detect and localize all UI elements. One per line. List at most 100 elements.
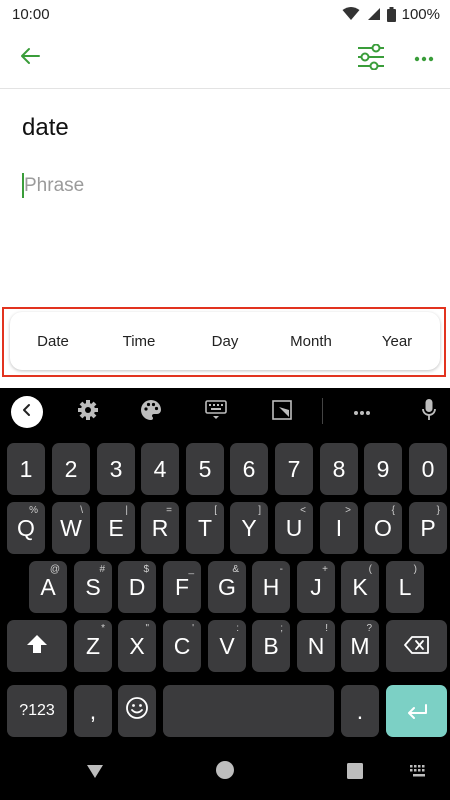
key-d[interactable]: D $	[118, 561, 156, 613]
one-handed-mode-button[interactable]	[202, 398, 230, 426]
key-label: J	[310, 573, 322, 600]
entry-title: date	[22, 114, 69, 141]
key-9[interactable]: 9	[364, 443, 402, 495]
key-y[interactable]: Y]	[230, 502, 268, 554]
key-s[interactable]: S #	[74, 561, 112, 613]
key-i[interactable]: I >	[320, 502, 358, 554]
phrase-input[interactable]	[22, 172, 424, 200]
comma-key[interactable]: ,	[74, 685, 112, 737]
suggestion-chip-time[interactable]: Time	[96, 333, 182, 350]
smiley-icon	[125, 696, 149, 726]
emoji-key[interactable]	[118, 685, 156, 737]
back-button[interactable]	[14, 42, 46, 74]
keyboard-icon	[205, 399, 227, 425]
key-hint: |	[125, 505, 128, 516]
key-t[interactable]: T[	[186, 502, 224, 554]
suggestion-chip-month[interactable]: Month	[268, 333, 354, 350]
key-label: Y	[241, 514, 257, 541]
enter-icon	[405, 698, 429, 725]
more-options-button[interactable]	[408, 42, 440, 74]
key-l[interactable]: L)	[386, 561, 424, 613]
key-f[interactable]: F _	[163, 561, 201, 613]
more-horizontal-icon	[353, 403, 371, 421]
key-u[interactable]: U <	[275, 502, 313, 554]
key-hint: $	[143, 564, 149, 575]
backspace-icon	[403, 633, 430, 660]
key-8[interactable]: 8	[320, 443, 358, 495]
filter-button[interactable]	[352, 40, 390, 78]
key-4[interactable]: 4	[141, 443, 179, 495]
suggestion-chip-date[interactable]: Date	[10, 333, 96, 350]
key-hint: -	[279, 564, 283, 575]
key-g[interactable]: G &	[208, 561, 246, 613]
key-0[interactable]: 0	[409, 443, 447, 495]
app-bar-divider	[0, 88, 450, 89]
key-h[interactable]: H-	[252, 561, 290, 613]
key-w[interactable]: W \	[52, 502, 90, 554]
suggestion-chip-day[interactable]: Day	[182, 333, 268, 350]
key-hint: {	[391, 505, 395, 516]
keyboard-theme-button[interactable]	[137, 398, 165, 426]
nav-keyboard-switch-button[interactable]	[405, 760, 433, 786]
key-m[interactable]: M?	[341, 620, 379, 672]
battery-percent: 100%	[401, 5, 440, 23]
key-hint: (	[368, 564, 372, 575]
square-icon	[346, 762, 364, 785]
key-5[interactable]: 5	[186, 443, 224, 495]
key-label: N	[307, 632, 325, 659]
key-z[interactable]: Z *	[74, 620, 112, 672]
key-label: B	[263, 632, 279, 659]
key-r[interactable]: R =	[141, 502, 179, 554]
key-7[interactable]: 7	[275, 443, 313, 495]
keyboard-more-button[interactable]	[348, 398, 376, 426]
key-label: I	[335, 514, 343, 541]
symbols-key[interactable]: ?123	[7, 685, 67, 737]
key-x[interactable]: X "	[118, 620, 156, 672]
shift-key[interactable]	[7, 620, 67, 672]
key-q[interactable]: Q%	[7, 502, 45, 554]
key-v[interactable]: V:	[208, 620, 246, 672]
enter-key[interactable]	[386, 685, 447, 737]
battery-icon	[386, 6, 396, 22]
key-6[interactable]: 6	[230, 443, 268, 495]
key-label: V	[219, 632, 235, 659]
nav-home-button[interactable]	[210, 757, 240, 787]
key-e[interactable]: E |	[97, 502, 135, 554]
key-label: P	[420, 514, 436, 541]
key-label: K	[352, 573, 368, 600]
status-bar: 10:00 100%	[0, 0, 450, 28]
key-3[interactable]: 3	[97, 443, 135, 495]
nav-recents-button[interactable]	[340, 758, 370, 788]
key-p[interactable]: P}	[409, 502, 447, 554]
key-hint: _	[188, 564, 194, 575]
text-cursor	[22, 173, 24, 198]
key-n[interactable]: N!	[297, 620, 335, 672]
key-c[interactable]: C '	[163, 620, 201, 672]
key-hint: %	[29, 505, 38, 516]
navigation-bar	[0, 744, 450, 800]
key-hint: ]	[258, 505, 261, 516]
key-label: H	[262, 573, 280, 600]
key-hint: <	[300, 505, 306, 516]
nav-back-button[interactable]	[80, 758, 110, 788]
keyboard-settings-button[interactable]	[74, 398, 102, 426]
key-j[interactable]: J +	[297, 561, 335, 613]
period-key[interactable]: .	[341, 685, 379, 737]
key-hint: "	[145, 623, 149, 634]
resize-keyboard-button[interactable]	[268, 398, 296, 426]
backspace-key[interactable]	[386, 620, 447, 672]
key-a[interactable]: A @	[29, 561, 67, 613]
voice-input-button[interactable]	[415, 397, 443, 427]
keyboard-icon	[409, 764, 429, 783]
microphone-icon	[421, 398, 437, 427]
shift-icon	[26, 633, 48, 660]
space-key[interactable]	[163, 685, 334, 737]
key-b[interactable]: B;	[252, 620, 290, 672]
key-k[interactable]: K(	[341, 561, 379, 613]
circle-icon	[214, 759, 236, 786]
suggestion-chip-year[interactable]: Year	[354, 333, 440, 350]
key-2[interactable]: 2	[52, 443, 90, 495]
keyboard-collapse-button[interactable]	[11, 396, 43, 428]
key-o[interactable]: O{	[364, 502, 402, 554]
key-1[interactable]: 1	[7, 443, 45, 495]
